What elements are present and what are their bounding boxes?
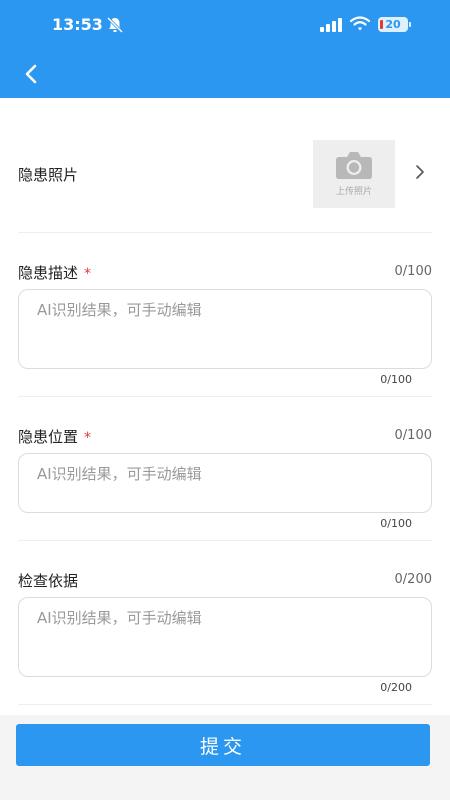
bell-off-icon: [106, 16, 124, 34]
char-count-bottom: 0/200: [380, 681, 412, 694]
back-chevron-icon[interactable]: [20, 62, 42, 86]
required-mark: *: [84, 266, 92, 282]
hazard-location-input[interactable]: [19, 454, 431, 512]
app-header: 13:53 20: [0, 0, 450, 98]
hazard-description-field: 隐患描述* 0/100 0/100: [18, 262, 432, 392]
hazard-description-box: [18, 289, 432, 369]
battery-indicator: 20: [378, 17, 411, 32]
chevron-right-icon[interactable]: [414, 164, 426, 180]
char-count-bottom: 0/100: [380, 517, 412, 530]
field-label: 隐患描述 *: [18, 264, 92, 282]
inspection-basis-field: 检查依据 0/200 0/200: [18, 570, 432, 700]
status-bar: 13:53 20: [0, 0, 450, 52]
photo-row: 隐患照片 上传照片: [18, 138, 432, 234]
wifi-icon: [350, 16, 370, 31]
inspection-basis-box: [18, 597, 432, 677]
char-count-top: 0/100: [394, 264, 432, 279]
char-count-bottom: 0/100: [380, 373, 412, 386]
submit-bar: 提交: [0, 715, 450, 800]
upload-text: 上传照片: [335, 187, 372, 197]
hazard-location-field: 隐患位置* 0/100 0/100: [18, 426, 432, 536]
photo-label: 隐患照片: [18, 166, 79, 184]
status-time: 13:53: [52, 15, 103, 34]
camera-icon: [336, 152, 372, 179]
divider: [18, 704, 432, 705]
submit-button[interactable]: 提交: [16, 724, 430, 766]
char-count-top: 0/200: [394, 572, 432, 587]
char-count-top: 0/100: [394, 428, 432, 443]
hazard-description-input[interactable]: [19, 290, 431, 368]
divider: [18, 396, 432, 397]
upload-photo-button[interactable]: 上传照片: [313, 140, 395, 208]
cellular-signal-icon: [320, 18, 342, 32]
inspection-basis-input[interactable]: [19, 598, 431, 676]
divider: [18, 540, 432, 541]
required-mark: *: [84, 430, 92, 446]
field-label: 检查依据: [18, 572, 79, 590]
hazard-location-box: [18, 453, 432, 513]
field-label: 隐患位置 *: [18, 428, 92, 446]
divider: [18, 232, 432, 233]
